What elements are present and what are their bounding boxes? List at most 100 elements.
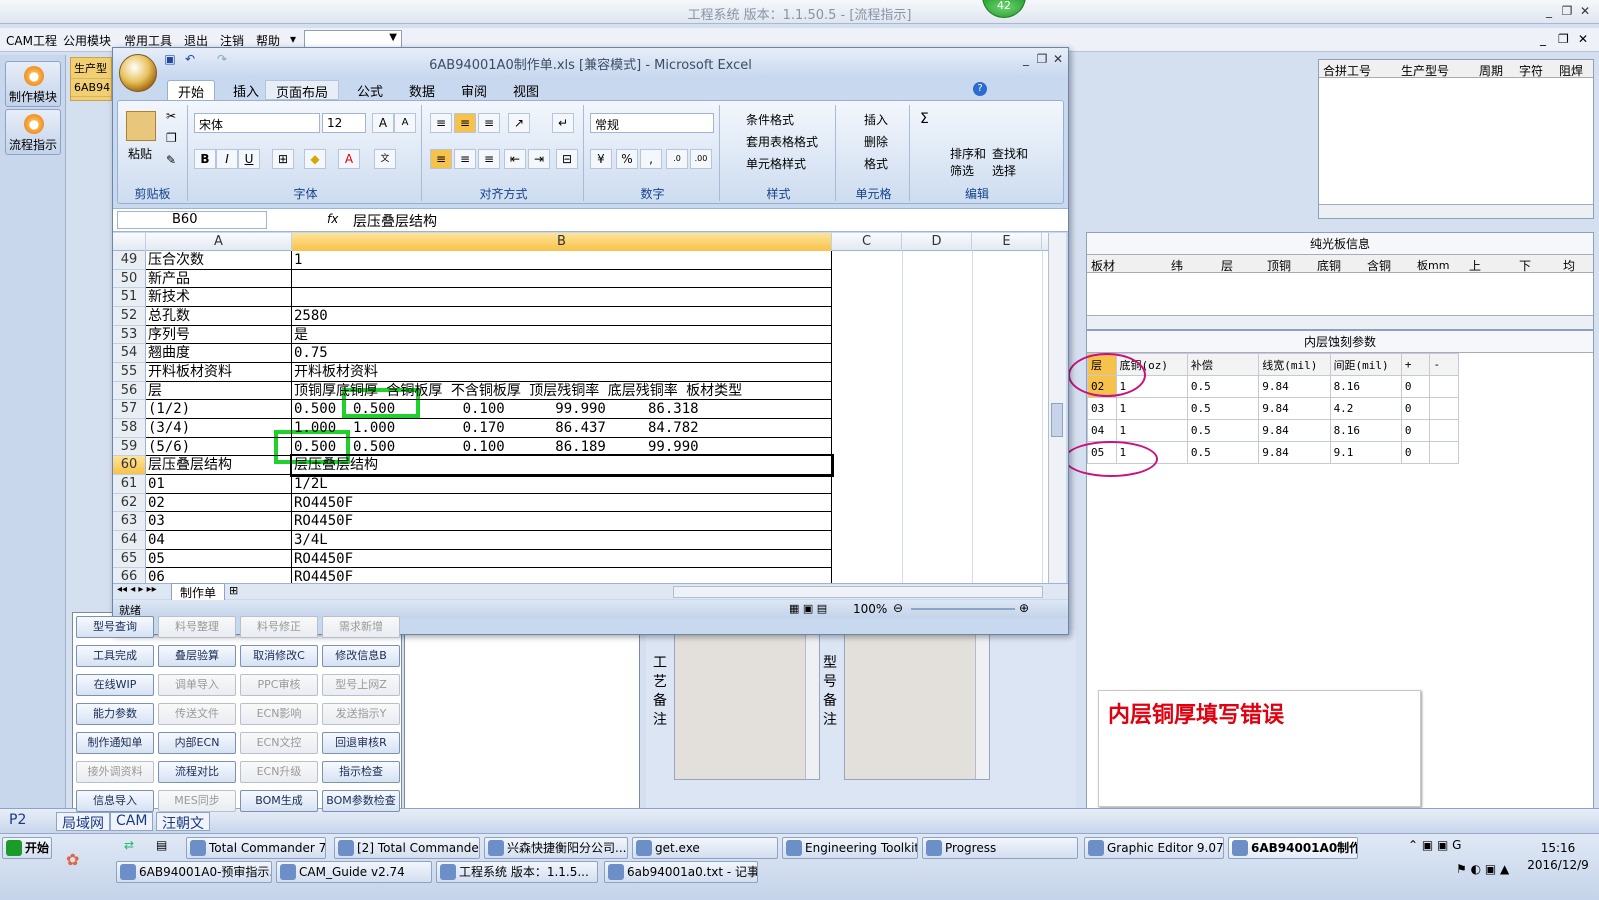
cell[interactable]: 0.5 <box>1186 441 1260 464</box>
find-select-button[interactable]: 查找和选择 <box>992 145 1028 179</box>
function-button[interactable]: 工具完成 <box>76 645 154 667</box>
cell-a[interactable]: 开料板材资料 <box>146 362 292 382</box>
cell-a[interactable]: (5/6) <box>146 437 292 457</box>
horizontal-scrollbar[interactable] <box>1087 315 1593 329</box>
taskbar-item[interactable]: 工程系统 版本：1.1.5... <box>436 861 598 883</box>
function-button[interactable]: 能力参数 <box>76 703 154 725</box>
menu-overflow-arrow[interactable]: ▾ <box>290 32 296 46</box>
office-button[interactable] <box>119 54 157 92</box>
autosum-icon[interactable]: Σ <box>920 111 929 127</box>
function-button[interactable]: 流程对比 <box>158 761 236 783</box>
function-button[interactable]: 内部ECN <box>158 732 236 754</box>
cell-a[interactable]: 03 <box>146 512 292 531</box>
function-button[interactable]: 调单导入 <box>158 674 236 696</box>
function-button[interactable]: PPC审核 <box>240 674 318 696</box>
row-header[interactable]: 61 <box>113 474 146 494</box>
grow-font-icon[interactable]: A <box>372 113 394 133</box>
phonetic-icon[interactable]: 文 <box>374 149 396 169</box>
cell[interactable] <box>1429 441 1459 464</box>
help-icon[interactable]: ? <box>973 82 987 96</box>
cell-b[interactable]: 3/4L <box>292 530 832 550</box>
column-header-b[interactable]: B <box>292 233 832 251</box>
column-header-a[interactable]: A <box>146 233 292 251</box>
taskbar-item[interactable]: [2] Total Commander ... <box>334 837 480 859</box>
paste-icon[interactable] <box>126 111 156 141</box>
taskbar-item[interactable]: 6AB94001A0制作单... <box>1228 837 1358 859</box>
function-button[interactable]: MES同步 <box>158 790 236 812</box>
cell[interactable] <box>1429 419 1459 442</box>
increase-decimal-icon[interactable]: .0 <box>666 149 688 169</box>
function-button[interactable]: 接外调资料 <box>76 761 154 783</box>
cell-a[interactable]: 05 <box>146 549 292 569</box>
flow-guide-button[interactable]: ● 流程指示 <box>5 109 61 155</box>
align-right-icon[interactable]: ≡ <box>478 149 500 169</box>
function-button[interactable]: 型号上网Z <box>322 674 400 696</box>
cell[interactable]: 0 <box>1400 375 1431 398</box>
taskbar-item[interactable]: 6ab94001a0.txt - 记事本 <box>604 861 758 883</box>
taskbar-item[interactable]: Total Commander 7.0 ... <box>186 837 326 859</box>
function-button[interactable]: 回退审核R <box>322 732 400 754</box>
merge-center-icon[interactable]: ⊟ <box>556 149 578 169</box>
taskbar-item[interactable]: 6AB94001A0-预审指示.... <box>116 861 272 883</box>
function-button[interactable]: 型号查询 <box>76 616 154 638</box>
align-middle-icon[interactable]: ≡ <box>454 113 476 133</box>
quicklaunch-icon[interactable]: ⇄ <box>124 838 134 852</box>
cell[interactable]: 0 <box>1400 441 1431 464</box>
currency-icon[interactable]: ¥ <box>590 149 612 169</box>
function-button[interactable]: ECN文控 <box>240 732 318 754</box>
cell[interactable]: 9.84 <box>1258 397 1331 420</box>
table-row[interactable]: 03 1 0.5 9.84 4.2 0 <box>1087 397 1459 420</box>
copy-icon[interactable]: ❐ <box>166 131 177 145</box>
cell[interactable]: 0 <box>1400 419 1431 442</box>
align-left-icon[interactable]: ≡ <box>430 149 452 169</box>
quicklaunch-icon[interactable]: ▤ <box>156 838 167 852</box>
column-header-c[interactable]: C <box>832 233 902 251</box>
font-color-icon[interactable]: A <box>338 149 360 169</box>
cell-b[interactable]: 0.75 <box>292 344 832 363</box>
cell-a[interactable]: 04 <box>146 530 292 550</box>
row-header[interactable]: 49 <box>113 251 146 270</box>
vertical-scrollbar[interactable] <box>805 633 819 779</box>
cell-a[interactable]: 序列号 <box>146 325 292 345</box>
craft-remark-textarea[interactable] <box>674 632 820 780</box>
cell-a[interactable]: 01 <box>146 474 292 494</box>
row-header[interactable]: 52 <box>113 306 146 326</box>
cell[interactable]: 03 <box>1087 397 1117 420</box>
cell-b[interactable]: 顶铜厚底铜厚 含铜板厚 不含铜板厚 顶层残铜率 底层残铜率 板材类型 <box>292 381 832 401</box>
cell[interactable]: 1 <box>1115 419 1188 442</box>
model-remark-textarea[interactable] <box>844 632 990 780</box>
function-button[interactable]: 料号修正 <box>240 616 318 638</box>
function-button[interactable]: 指示检查 <box>322 761 400 783</box>
function-button[interactable]: 需求新增 <box>322 616 400 638</box>
row-header[interactable]: 65 <box>113 549 146 569</box>
cell[interactable]: 04 <box>1087 419 1117 442</box>
number-format-select[interactable]: 常规 <box>590 113 714 133</box>
undo-icon[interactable]: ↶ <box>181 51 199 67</box>
tab-user[interactable]: 汪朝文 <box>156 812 210 832</box>
row-header[interactable]: 58 <box>113 418 146 438</box>
cell[interactable]: 4.2 <box>1329 397 1402 420</box>
menu-cam[interactable]: CAM工程 <box>6 32 57 49</box>
cell[interactable] <box>1429 375 1459 398</box>
align-center-icon[interactable]: ≡ <box>454 149 476 169</box>
mdi-minimize-button[interactable]: _ <box>1540 32 1546 46</box>
cell[interactable] <box>1429 397 1459 420</box>
taskbar-item[interactable]: Graphic Editor 9.07b2 ... <box>1084 837 1224 859</box>
column-header-d[interactable]: D <box>902 233 972 251</box>
function-button[interactable]: 发送指示Y <box>322 703 400 725</box>
decrease-decimal-icon[interactable]: .00 <box>690 149 712 169</box>
make-module-button[interactable]: ● 制作模块 <box>5 61 61 107</box>
row-header[interactable]: 56 <box>113 381 146 401</box>
decrease-indent-icon[interactable]: ⇤ <box>504 149 526 169</box>
mdi-restore-button[interactable]: ❐ <box>1558 32 1569 46</box>
cell-b[interactable] <box>292 288 832 307</box>
taskbar-item[interactable]: 兴森快捷衡阳分公司... <box>484 837 628 859</box>
font-name-select[interactable]: 宋体 <box>194 113 320 133</box>
scroll-thumb[interactable] <box>1051 403 1063 437</box>
cell-b[interactable]: 0.500 0.500 0.100 86.189 99.990 <box>292 437 832 457</box>
vertical-scrollbar[interactable] <box>975 633 989 779</box>
underline-button[interactable]: U <box>238 149 260 169</box>
cell-a[interactable]: (1/2) <box>146 400 292 419</box>
function-button[interactable]: 取消修改C <box>240 645 318 667</box>
cell[interactable]: 8.16 <box>1329 375 1402 398</box>
